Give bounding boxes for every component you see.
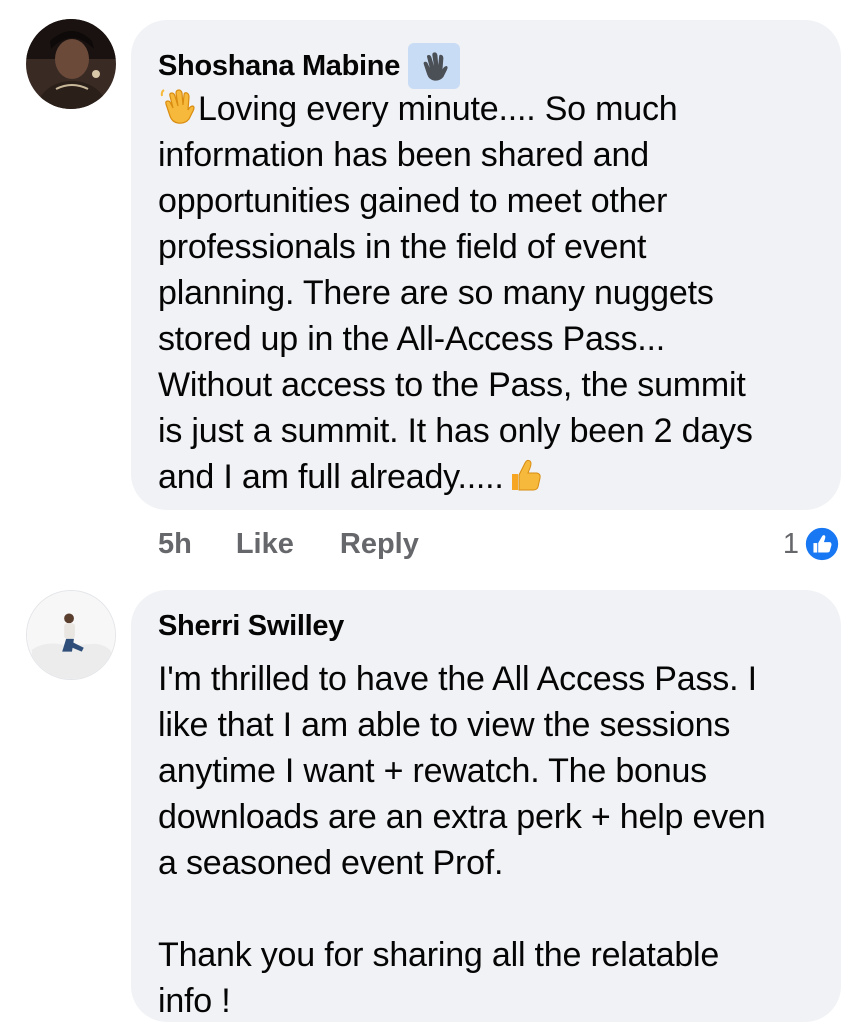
waving-hand-emoji <box>158 86 198 126</box>
comment-actions: 5h Like Reply 1 <box>158 520 841 568</box>
comment-text: Loving every minute.... So much informat… <box>158 86 815 500</box>
comment-author[interactable]: Shoshana Mabine <box>158 50 400 83</box>
thumbs-up-emoji <box>504 454 544 494</box>
avatar-photo-shoshana <box>26 19 116 109</box>
comment-text-content: Loving every minute.... So much informat… <box>158 90 753 496</box>
avatar[interactable] <box>26 19 116 109</box>
comment-text: I'm thrilled to have the All Access Pass… <box>158 660 766 1020</box>
avatar-photo-sherri <box>27 591 115 679</box>
comment-bubble: Sherri Swilley I'm thrilled to have the … <box>131 590 841 1022</box>
comment-author[interactable]: Sherri Swilley <box>158 610 344 643</box>
reaction-count: 1 <box>782 527 799 560</box>
reaction-summary[interactable]: 1 <box>783 525 841 563</box>
comment-timestamp[interactable]: 5h <box>158 528 192 561</box>
avatar[interactable] <box>26 590 116 680</box>
reply-button[interactable]: Reply <box>340 528 419 561</box>
like-button[interactable]: Like <box>236 528 294 561</box>
like-reaction-icon <box>803 525 841 563</box>
comment-thread: Shoshana Mabine Loving every minute.... … <box>0 0 868 1024</box>
comment-bubble: Shoshana Mabine Loving every minute.... … <box>131 20 841 510</box>
waving-hand-icon[interactable] <box>408 43 461 89</box>
